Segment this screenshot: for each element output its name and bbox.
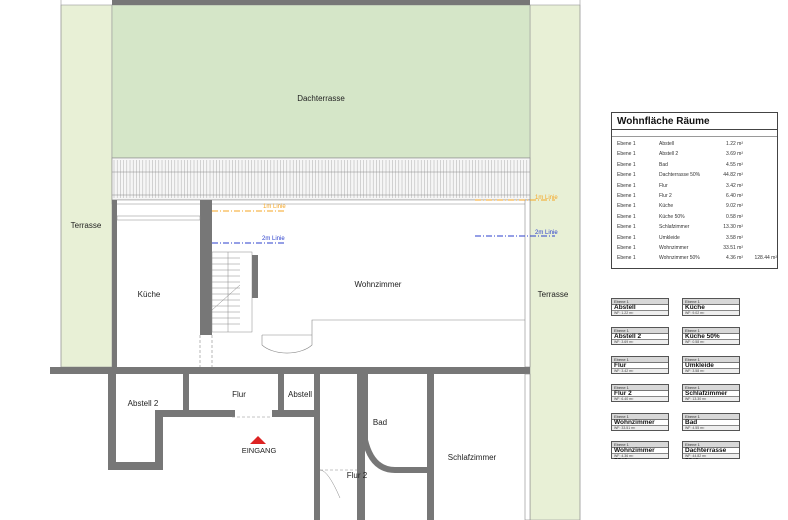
area-table-row: Ebene 1 Schlafzimmer 13.30 m² <box>617 223 773 233</box>
room-tag-area: WF: 1.22 m² <box>612 310 668 315</box>
area-cell-area: 33.51 m² <box>723 244 743 251</box>
line-2m-left-label: 2m Linie <box>262 236 285 242</box>
room-tag-area: WF: 3.42 m² <box>612 368 668 373</box>
area-cell-room: Küche <box>659 203 674 210</box>
area-table: Wohnfläche Räume Ebene 1 Abstell 1.22 m² Eb… <box>611 112 778 269</box>
room-tag: Ebene 1 Bad WF: 4.55 m² <box>682 413 740 431</box>
area-cell-area: 13.30 m² <box>723 224 743 231</box>
entrance-arrow <box>250 436 266 444</box>
area-table-rows: Ebene 1 Abstell 1.22 m² Ebene 1 Abstell 2 3.6… <box>617 140 777 265</box>
label-kueche: Küche <box>138 290 161 299</box>
room-tag-area: WF: 33.51 m² <box>612 425 668 430</box>
area-cell-area: 4.36 m² <box>726 255 743 262</box>
room-tag-area: WF: 4.55 m² <box>683 425 739 430</box>
area-cell-area: 6.40 m² <box>726 192 743 199</box>
label-bad: Bad <box>373 418 387 427</box>
terrace-right-area <box>529 4 581 520</box>
room-tag: Ebene 1 Abstell 2 WF: 3.69 m² <box>611 327 669 345</box>
area-table-row: Ebene 1 Bad 4.55 m² <box>617 161 773 171</box>
area-table-title: Wohnfläche Räume <box>617 116 710 127</box>
area-table-row: Ebene 1 Abstell 1.22 m² <box>617 140 773 150</box>
label-terrasse-right: Terrasse <box>538 290 569 299</box>
room-tag: Ebene 1 Abstell WF: 1.22 m² <box>611 298 669 316</box>
room-tag: Ebene 1Dachterrasse 50%WF: 44.82 m² <box>682 441 740 461</box>
area-cell-area: 4.55 m² <box>726 161 743 168</box>
room-tag-area: WF: 4.36 m² <box>612 453 668 458</box>
area-cell-room: Abstell <box>659 141 675 147</box>
area-table-row: Ebene 1 Küche 9.02 m² <box>617 202 773 212</box>
label-flur2: Flur 2 <box>347 471 368 480</box>
room-tag: Ebene 1 Flur 2 WF: 6.40 m² <box>611 384 669 402</box>
area-cell-level: Ebene 1 <box>617 182 636 189</box>
area-cell-area: 3.42 m² <box>726 182 743 189</box>
area-cell-room: Wohnzimmer 50% <box>659 255 700 262</box>
area-cell-level: Ebene 1 <box>617 224 636 231</box>
area-table-row: Ebene 1 Wohnzimmer 33.51 m² <box>617 244 773 254</box>
label-schlafzimmer: Schlafzimmer <box>448 453 497 462</box>
area-cell-level: Ebene 1 <box>617 161 636 168</box>
label-flur: Flur <box>232 390 246 399</box>
area-cell-room: Bad <box>659 161 668 168</box>
room-tag: Ebene 1 Umkleide WF: 3.58 m² <box>682 356 740 374</box>
roof-terrace-area <box>111 4 531 159</box>
area-table-row: Ebene 1 Umkleide 3.58 m² <box>617 234 773 244</box>
label-dachterrasse: Dachterrasse <box>297 94 345 103</box>
label-wohnzimmer: Wohnzimmer <box>355 280 402 289</box>
area-cell-area: 0.58 m² <box>726 213 743 220</box>
line-1m-right-label: 1m Linie <box>535 195 558 201</box>
area-cell-level: Ebene 1 <box>617 172 636 179</box>
area-table-row: Ebene 1 Wohnzimmer 50% 4.36 m² 128.44 m² <box>617 254 777 264</box>
room-tag: Ebene 1 Küche WF: 9.02 m² <box>682 298 740 316</box>
area-cell-room: Küche 50% <box>659 213 685 220</box>
interior <box>112 200 530 367</box>
label-eingang: EINGANG <box>242 446 277 455</box>
area-cell-area: 3.69 m² <box>726 151 743 158</box>
area-cell-room: Schlafzimmer <box>659 224 690 231</box>
area-cell-total: 128.44 m² <box>754 255 777 262</box>
area-cell-level: Ebene 1 <box>617 255 636 262</box>
room-tag: Ebene 1 Küche 50% WF: 0.58 m² <box>682 327 740 345</box>
area-cell-level: Ebene 1 <box>617 213 636 220</box>
area-cell-area: 44.82 m² <box>723 172 743 179</box>
area-table-row: Ebene 1 Flur 2 6.40 m² <box>617 192 773 202</box>
area-cell-area: 3.58 m² <box>726 234 743 241</box>
area-cell-level: Ebene 1 <box>617 234 636 241</box>
area-cell-level: Ebene 1 <box>617 203 636 210</box>
area-cell-room: Umkleide <box>659 234 680 241</box>
area-cell-room: Flur 2 <box>659 192 672 199</box>
room-tag: Ebene 1 Schlafzimmer WF: 13.30 m² <box>682 384 740 402</box>
terrace-left-area <box>60 4 113 368</box>
label-abstell: Abstell <box>288 390 312 399</box>
area-table-row: Ebene 1 Küche 50% 0.58 m² <box>617 213 773 223</box>
room-tag-area: WF: 44.82 m² <box>683 453 739 458</box>
label-abstell2: Abstell 2 <box>128 399 159 408</box>
area-cell-room: Abstell 2 <box>659 151 679 158</box>
top-wall <box>112 0 530 5</box>
area-table-row: Ebene 1 Abstell 2 3.69 m² <box>617 150 773 160</box>
area-cell-room: Flur <box>659 182 668 189</box>
line-2m-right-label: 2m Linie <box>535 230 558 236</box>
area-table-row: Ebene 1 Dachterrasse 50% 44.82 m² <box>617 171 773 181</box>
label-terrasse-left: Terrasse <box>71 221 102 230</box>
area-cell-area: 9.02 m² <box>726 203 743 210</box>
area-cell-level: Ebene 1 <box>617 151 636 158</box>
area-cell-level: Ebene 1 <box>617 141 636 147</box>
area-cell-room: Dachterrasse 50% <box>659 172 701 179</box>
room-tag: Ebene 1Wohnzimmer 50%WF: 4.36 m² <box>611 441 669 461</box>
room-tag-area: WF: 6.40 m² <box>612 396 668 401</box>
area-cell-level: Ebene 1 <box>617 192 636 199</box>
area-table-row: Ebene 1 Flur 3.42 m² <box>617 182 773 192</box>
area-cell-area: 1.22 m² <box>726 141 743 147</box>
line-1m-left-label: 1m Linie <box>263 204 286 210</box>
room-tag-area: WF: 13.30 m² <box>683 396 739 401</box>
area-cell-room: Wohnzimmer <box>659 244 689 251</box>
room-tag-area: WF: 3.58 m² <box>683 368 739 373</box>
room-tag-area: WF: 0.58 m² <box>683 339 739 344</box>
area-cell-level: Ebene 1 <box>617 244 636 251</box>
room-tag: Ebene 1 Wohnzimmer WF: 33.51 m² <box>611 413 669 431</box>
room-tag-area: WF: 9.02 m² <box>683 310 739 315</box>
room-tag-area: WF: 3.69 m² <box>612 339 668 344</box>
room-tag: Ebene 1 Flur WF: 3.42 m² <box>611 356 669 374</box>
